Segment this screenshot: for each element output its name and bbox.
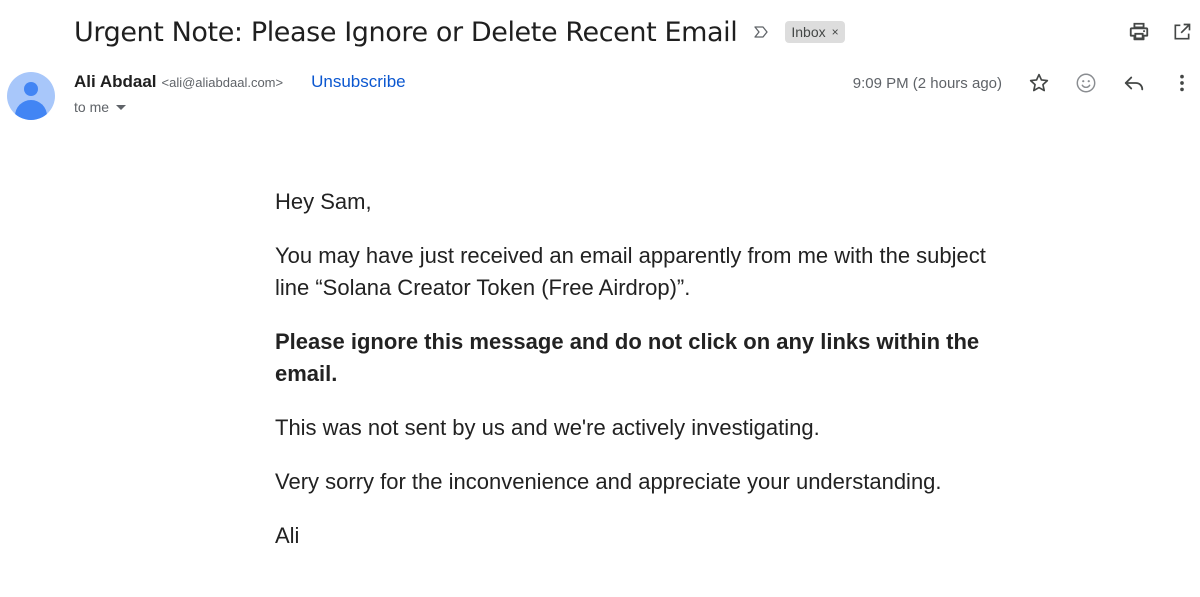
unsubscribe-link[interactable]: Unsubscribe	[311, 72, 406, 92]
body-paragraph-warning: Please ignore this message and do not cl…	[275, 329, 980, 386]
reply-icon[interactable]	[1122, 71, 1146, 95]
recipient-details-toggle[interactable]: to me	[74, 98, 127, 116]
greeting: Hey Sam,	[275, 189, 372, 214]
star-icon[interactable]	[1027, 71, 1051, 95]
importance-marker-icon[interactable]	[753, 25, 769, 39]
print-icon[interactable]	[1127, 20, 1151, 44]
signature: Ali	[275, 523, 300, 548]
label-chip-text: Inbox	[791, 24, 826, 40]
recipient-label: to me	[74, 99, 110, 115]
sender-avatar[interactable]	[7, 72, 55, 120]
email-subject: Urgent Note: Please Ignore or Delete Rec…	[74, 16, 738, 48]
emoji-reaction-icon[interactable]	[1074, 71, 1098, 95]
open-in-new-window-icon[interactable]	[1170, 20, 1194, 44]
subject-row: Urgent Note: Please Ignore or Delete Rec…	[74, 14, 845, 50]
chevron-down-icon	[116, 104, 127, 110]
body-paragraph-1: You may have just received an email appa…	[275, 243, 986, 300]
avatar-head-shape	[24, 82, 38, 96]
avatar-body-shape	[15, 100, 47, 120]
sender-line: Ali Abdaal <ali@aliabdaal.com> Unsubscri…	[74, 72, 406, 94]
email-timestamp: 9:09 PM (2 hours ago)	[852, 75, 1002, 92]
body-paragraph-4: Very sorry for the inconvenience and app…	[275, 469, 942, 494]
body-paragraph-3: This was not sent by us and we're active…	[275, 415, 820, 440]
sender-email: <ali@aliabdaal.com>	[161, 75, 284, 90]
email-body: Hey Sam, You may have just received an e…	[275, 186, 995, 574]
label-chip-inbox: Inbox ×	[785, 21, 845, 43]
more-vertical-icon[interactable]	[1170, 71, 1194, 95]
remove-label-button[interactable]: ×	[832, 25, 839, 39]
sender-name[interactable]: Ali Abdaal	[74, 72, 157, 92]
